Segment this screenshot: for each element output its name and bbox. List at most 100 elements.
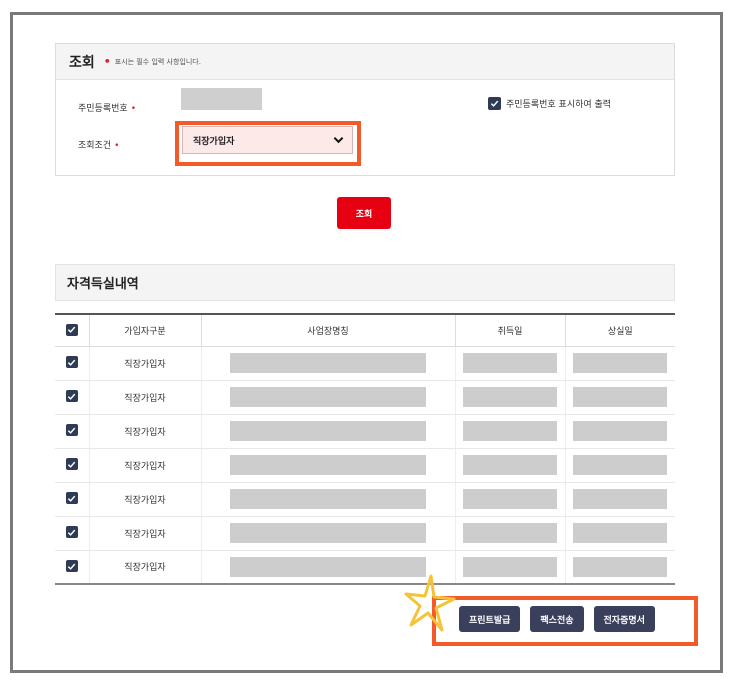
table-row: 직장가입자	[55, 414, 675, 449]
row-select-cell	[55, 380, 89, 415]
masked-workplace	[230, 489, 426, 509]
masked-acquired-date	[463, 489, 557, 509]
masked-workplace	[230, 421, 426, 441]
highlight-box-select	[175, 121, 361, 166]
search-title: 조회	[69, 54, 95, 71]
masked-workplace	[230, 523, 426, 543]
result-table: 가입자구분 사업장명칭 취득일 상실일 직장가입자 직장가입자 직장가입자 직장…	[55, 313, 675, 585]
check-icon	[68, 563, 76, 570]
masked-acquired-date	[463, 455, 557, 475]
row-type: 직장가입자	[88, 448, 201, 483]
masked-workplace	[230, 455, 426, 475]
row-workplace	[200, 414, 455, 449]
row-checkbox[interactable]	[65, 492, 78, 505]
highlight-box-buttons	[432, 596, 698, 646]
masked-lost-date	[573, 421, 668, 441]
row-type: 직장가입자	[88, 380, 201, 415]
table-row: 직장가입자	[55, 482, 675, 517]
row-type: 직장가입자	[88, 516, 201, 551]
row-select-cell	[55, 482, 89, 517]
show-resident-option[interactable]: 주민등록번호 표시하여 출력	[488, 97, 611, 110]
row-select-cell	[55, 346, 89, 381]
row-lost	[564, 448, 675, 483]
row-acquired	[454, 516, 565, 551]
row-select-cell	[55, 516, 89, 551]
row-workplace	[200, 380, 455, 415]
masked-acquired-date	[463, 556, 557, 577]
masked-lost-date	[573, 489, 668, 509]
masked-acquired-date	[463, 421, 557, 441]
required-note: 표시는 필수 입력 사항입니다.	[114, 57, 201, 66]
row-checkbox[interactable]	[65, 560, 78, 572]
check-icon	[490, 100, 499, 107]
row-checkbox[interactable]	[65, 424, 78, 437]
required-star: •	[114, 141, 120, 151]
check-icon	[68, 529, 76, 536]
show-resident-checkbox[interactable]	[488, 97, 501, 110]
row-checkbox[interactable]	[65, 526, 78, 539]
row-type: 직장가입자	[88, 550, 201, 585]
select-all-cell	[55, 314, 89, 347]
row-acquired	[454, 482, 565, 517]
row-select-cell	[55, 550, 89, 585]
col-header-workplace: 사업장명칭	[200, 314, 455, 347]
search-button[interactable]: 조회	[337, 197, 391, 229]
row-lost	[564, 414, 675, 449]
row-workplace	[200, 448, 455, 483]
row-workplace	[200, 516, 455, 551]
required-marker: •	[103, 55, 111, 68]
row-type: 직장가입자	[88, 414, 201, 449]
row-checkbox[interactable]	[65, 356, 78, 369]
row-workplace	[200, 482, 455, 517]
masked-lost-date	[573, 556, 668, 577]
table-row: 직장가입자	[55, 516, 675, 551]
row-acquired	[454, 448, 565, 483]
required-star: •	[130, 104, 136, 114]
table-row: 직장가입자	[55, 550, 675, 585]
row-acquired	[454, 346, 565, 381]
condition-label: 조회조건 •	[78, 141, 120, 151]
star-doodle-icon	[404, 574, 456, 632]
row-acquired	[454, 550, 565, 585]
masked-acquired-date	[463, 353, 557, 373]
masked-acquired-date	[463, 387, 557, 407]
row-checkbox[interactable]	[65, 458, 78, 471]
row-type: 직장가입자	[88, 346, 201, 381]
search-panel-header: 조회 • 표시는 필수 입력 사항입니다.	[56, 44, 674, 80]
row-lost	[564, 516, 675, 551]
row-lost	[564, 482, 675, 517]
col-header-lost: 상실일	[564, 314, 675, 347]
row-lost	[564, 346, 675, 381]
table-header-row: 가입자구분 사업장명칭 취득일 상실일	[55, 314, 675, 347]
row-acquired	[454, 414, 565, 449]
resident-number-label: 주민등록번호 •	[78, 104, 136, 114]
table-row: 직장가입자	[55, 380, 675, 415]
row-lost	[564, 550, 675, 585]
check-icon	[68, 495, 76, 502]
masked-acquired-date	[463, 523, 557, 543]
row-checkbox[interactable]	[65, 390, 78, 403]
masked-workplace	[230, 387, 426, 407]
masked-lost-date	[573, 353, 668, 373]
row-type: 직장가입자	[88, 482, 201, 517]
show-resident-label: 주민등록번호 표시하여 출력	[506, 100, 612, 110]
row-select-cell	[55, 448, 89, 483]
masked-workplace	[230, 556, 426, 577]
row-select-cell	[55, 414, 89, 449]
masked-lost-date	[573, 523, 668, 543]
check-icon	[68, 326, 76, 333]
table-row: 직장가입자	[55, 346, 675, 381]
check-icon	[68, 393, 76, 400]
check-icon	[68, 427, 76, 434]
result-title: 자격득실내역	[67, 277, 139, 292]
check-icon	[68, 461, 76, 468]
row-workplace	[200, 346, 455, 381]
col-header-acquired: 취득일	[454, 314, 565, 347]
check-icon	[68, 359, 76, 366]
search-panel: 조회 • 표시는 필수 입력 사항입니다. 주민등록번호 • 주민등록번호 표시하…	[55, 43, 675, 176]
select-all-checkbox[interactable]	[65, 323, 78, 336]
row-lost	[564, 380, 675, 415]
masked-lost-date	[573, 455, 668, 475]
result-header: 자격득실내역	[55, 264, 675, 301]
col-header-type: 가입자구분	[88, 314, 201, 347]
